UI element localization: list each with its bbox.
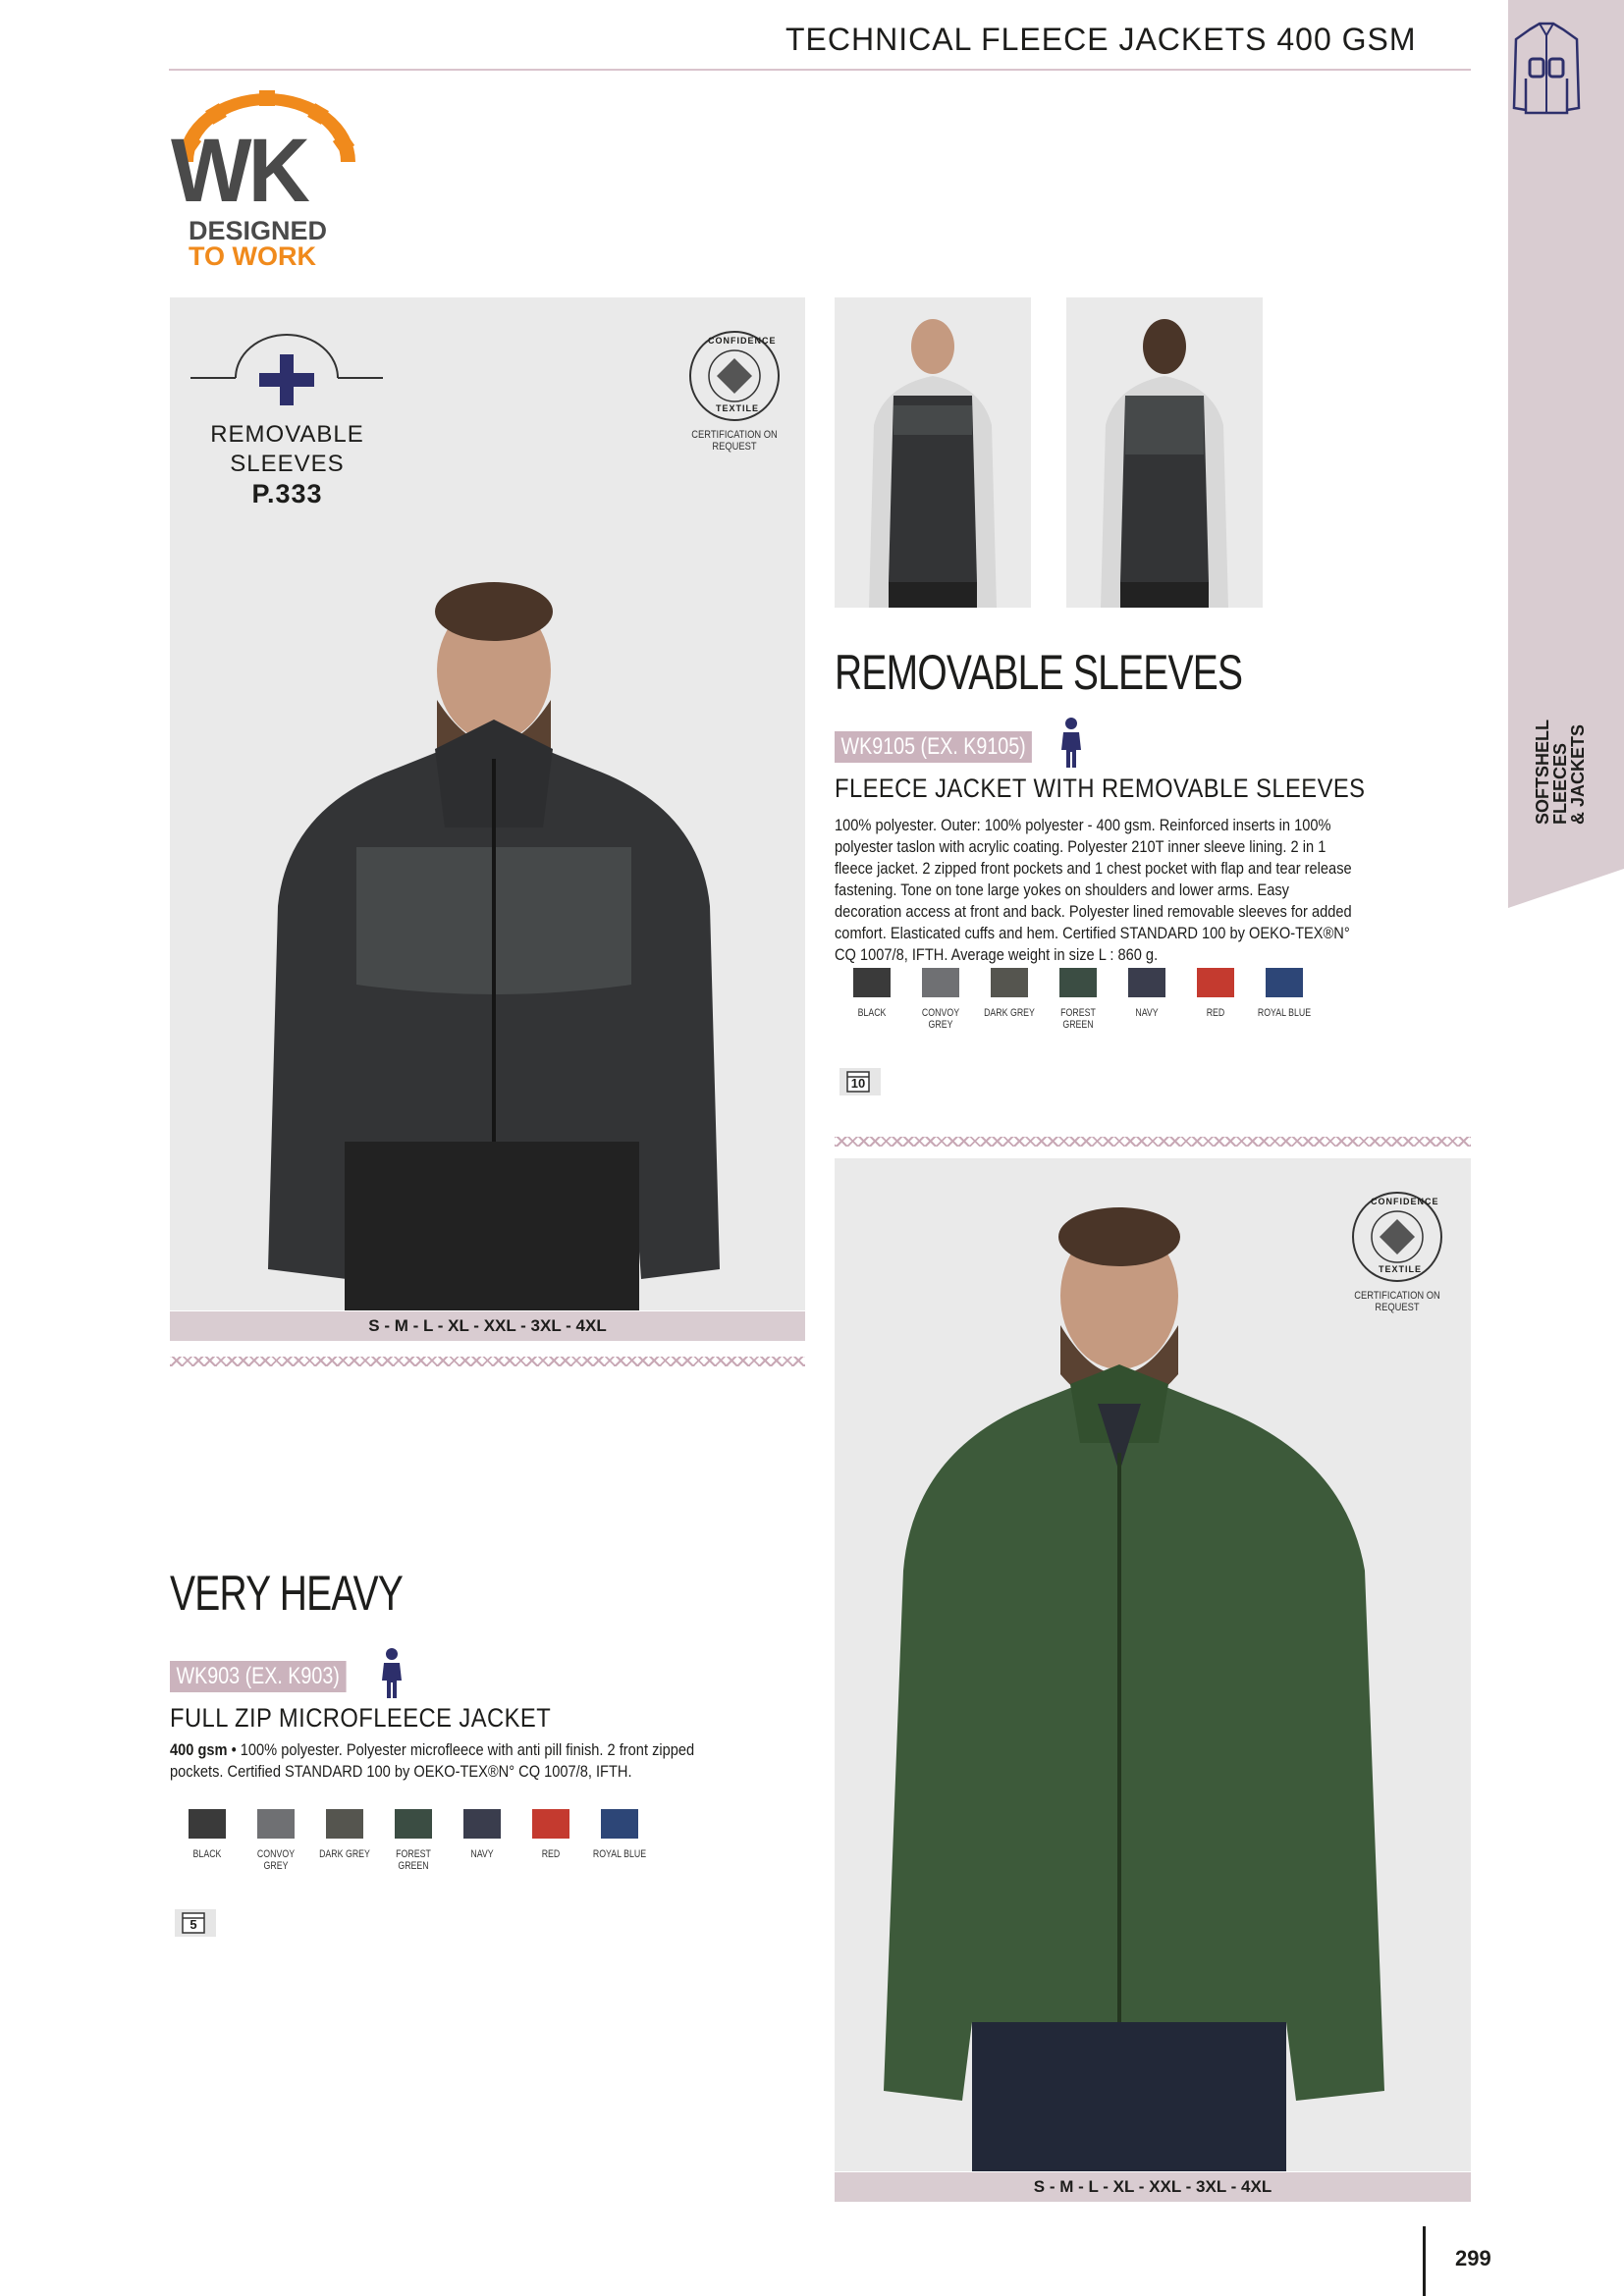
section-title-removable-sleeves: REMOVABLE SLEEVES [835, 645, 1243, 700]
color-swatch-dark-grey[interactable]: DARK GREY [309, 1809, 380, 1860]
swatch-label: DARK GREY [319, 1848, 370, 1860]
color-swatch-red[interactable]: RED [1180, 968, 1251, 1019]
product-ref-wk9105[interactable]: WK9105 (EX. K9105) [835, 731, 1033, 763]
product-name-wk903: FULL ZIP MICROFLEECE JACKET [170, 1703, 552, 1733]
page-number: 299 [1455, 2246, 1491, 2270]
size-range-bar-wk903: S - M - L - XL - XXL - 3XL - 4XL [835, 2172, 1471, 2202]
swatch-label: NAVY [470, 1848, 494, 1860]
side-tab-label: SOFTSHELL FLEECES & JACKETS [1533, 720, 1588, 825]
swatch-label: BLACK [192, 1848, 222, 1860]
product-description-wk903: 400 gsm • 100% polyester. Polyester micr… [170, 1740, 695, 1781]
swatch-chip [1197, 968, 1234, 997]
jacket-category-icon [1512, 22, 1581, 115]
swatch-chip [922, 968, 959, 997]
swatch-label: NAVY [1135, 1007, 1159, 1019]
product-description-wk9105: 100% polyester. Outer: 100% polyester - … [835, 816, 1352, 964]
color-swatch-convoy-grey[interactable]: CONVOY GREY [241, 1809, 311, 1872]
swatch-chip [991, 968, 1028, 997]
section-title-very-heavy: VERY HEAVY [170, 1566, 404, 1621]
color-swatch-royal-blue[interactable]: ROYAL BLUE [1249, 968, 1320, 1019]
page-number-rule [1423, 2226, 1426, 2296]
color-swatch-red[interactable]: RED [515, 1809, 586, 1860]
swatch-label: RED [1206, 1007, 1225, 1019]
unisex-person-icon [1061, 718, 1081, 768]
wk-logo: WK DESIGNED TO WORK [169, 88, 365, 275]
color-swatch-royal-blue[interactable]: ROYAL BLUE [584, 1809, 655, 1860]
color-swatch-dark-grey[interactable]: DARK GREY [974, 968, 1045, 1019]
product-ref-wk903[interactable]: WK903 (EX. K903) [170, 1661, 347, 1692]
removable-sleeves-badge[interactable]: REMOVABLE SLEEVES P.333 [196, 420, 378, 508]
swatch-label: BLACK [857, 1007, 887, 1019]
section-divider [170, 1357, 805, 1366]
color-swatch-forest-green[interactable]: FOREST GREEN [378, 1809, 449, 1872]
vest-front-illustration [835, 297, 1031, 608]
color-swatch-navy[interactable]: NAVY [447, 1809, 517, 1860]
swatch-chip [257, 1809, 295, 1839]
swatch-chip [601, 1809, 638, 1839]
swatch-chip [1059, 968, 1097, 997]
swatch-chip [1266, 968, 1303, 997]
color-swatch-black[interactable]: BLACK [172, 1809, 243, 1860]
color-swatch-convoy-grey[interactable]: CONVOY GREY [905, 968, 976, 1031]
swatch-label: ROYAL BLUE [1257, 1007, 1312, 1019]
pack-quantity-wk903: 5 [175, 1909, 216, 1937]
product-name-wk9105: FLEECE JACKET WITH REMOVABLE SLEEVES [835, 774, 1366, 803]
swatch-chip [1128, 968, 1165, 997]
swatch-chip [395, 1809, 432, 1839]
vest-back-illustration [1066, 297, 1263, 608]
confidence-textile-seal: CONFIDENCE TEXTILE CERTIFICATION ON REQU… [680, 327, 788, 464]
swatch-chip [189, 1809, 226, 1839]
removable-sleeves-arc-icon [190, 334, 383, 405]
swatch-label: RED [541, 1848, 561, 1860]
pack-quantity-wk9105: 10 [839, 1068, 881, 1095]
color-swatch-forest-green[interactable]: FOREST GREEN [1043, 968, 1113, 1031]
swatch-chip [532, 1809, 569, 1839]
unisex-person-icon [382, 1648, 402, 1698]
swatch-label: CONVOY GREY [256, 1848, 296, 1872]
page-header-title: TECHNICAL FLEECE JACKETS 400 GSM [785, 22, 1417, 57]
section-divider [835, 1137, 1471, 1147]
vest-back-photo [1066, 297, 1263, 608]
swatch-label: DARK GREY [984, 1007, 1035, 1019]
header-divider [169, 69, 1471, 71]
swatch-chip [853, 968, 891, 997]
color-swatch-navy[interactable]: NAVY [1111, 968, 1182, 1019]
vest-front-photo [835, 297, 1031, 608]
color-swatch-black[interactable]: BLACK [837, 968, 907, 1019]
swatch-label: FOREST GREEN [1060, 1007, 1096, 1031]
swatch-label: FOREST GREEN [396, 1848, 431, 1872]
swatch-chip [326, 1809, 363, 1839]
swatch-label: ROYAL BLUE [592, 1848, 647, 1860]
confidence-textile-seal-2: CONFIDENCE TEXTILE CERTIFICATION ON REQU… [1343, 1188, 1451, 1325]
swatch-label: CONVOY GREY [921, 1007, 960, 1031]
swatch-chip [463, 1809, 501, 1839]
size-range-bar-wk9105: S - M - L - XL - XXL - 3XL - 4XL [170, 1311, 805, 1341]
